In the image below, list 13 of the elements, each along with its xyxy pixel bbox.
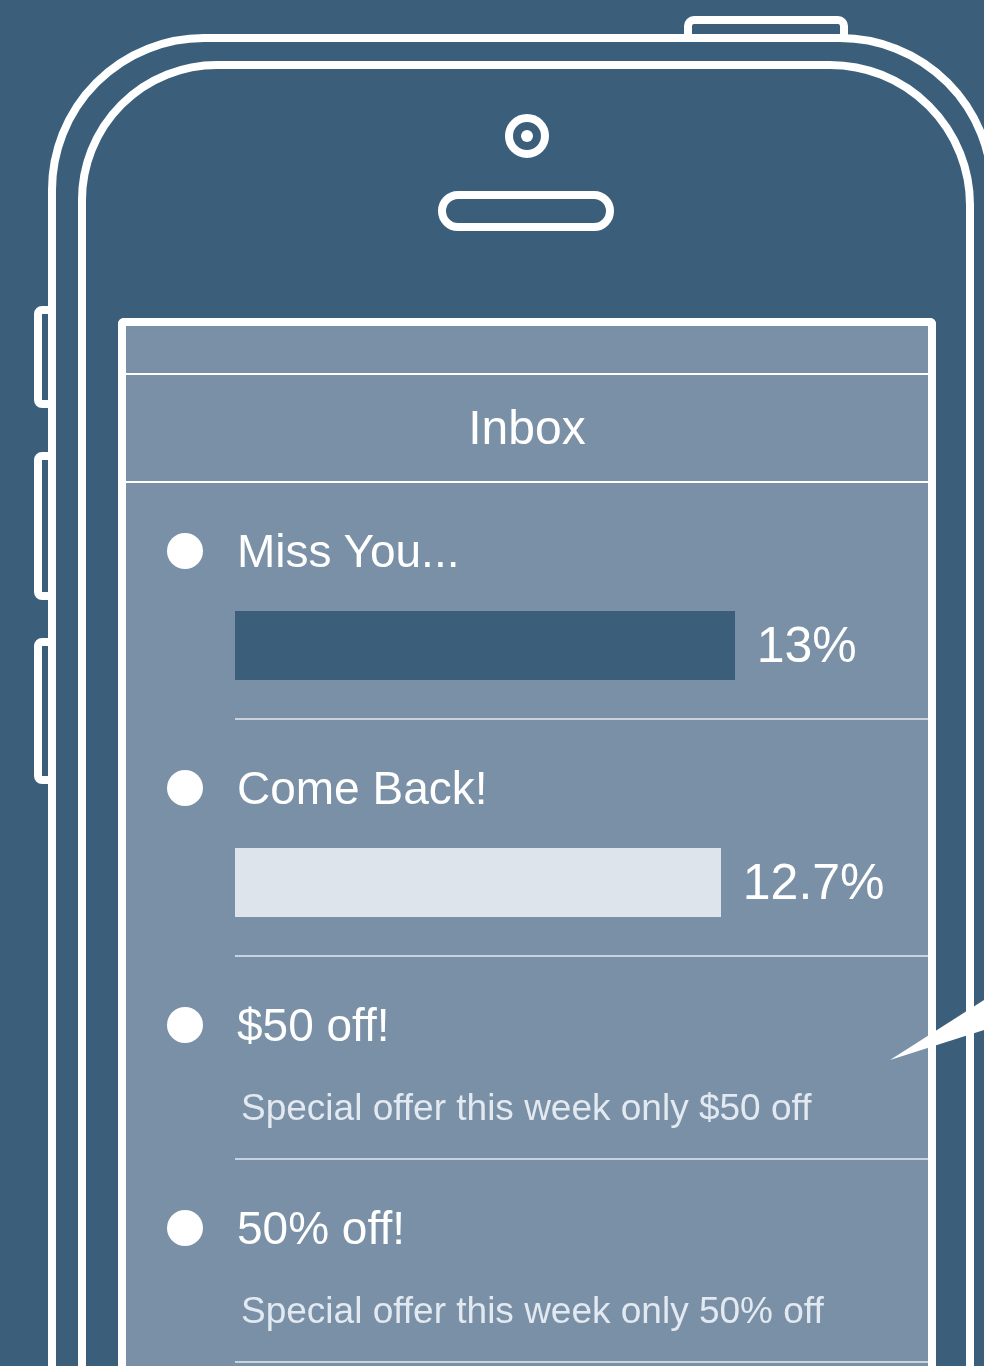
message-title[interactable]: $50 off! <box>237 999 928 1051</box>
screen-title: Inbox <box>468 400 586 456</box>
bullet-dot <box>167 770 203 806</box>
message-preview: Special offer this week only $50 off <box>241 1086 813 1130</box>
percentage-reading: 12.7% <box>742 853 885 912</box>
message-title[interactable]: Miss You... <box>237 525 928 577</box>
bullet-dot <box>167 533 203 569</box>
percentage-reading: 13% <box>756 616 857 675</box>
message-preview: Special offer this week only 50% off <box>241 1289 825 1333</box>
message-title[interactable]: 50% off! <box>237 1202 928 1254</box>
bullet-dot <box>167 1007 203 1043</box>
message-title[interactable]: Come Back! <box>237 762 928 814</box>
bullet-dot <box>167 1210 203 1246</box>
